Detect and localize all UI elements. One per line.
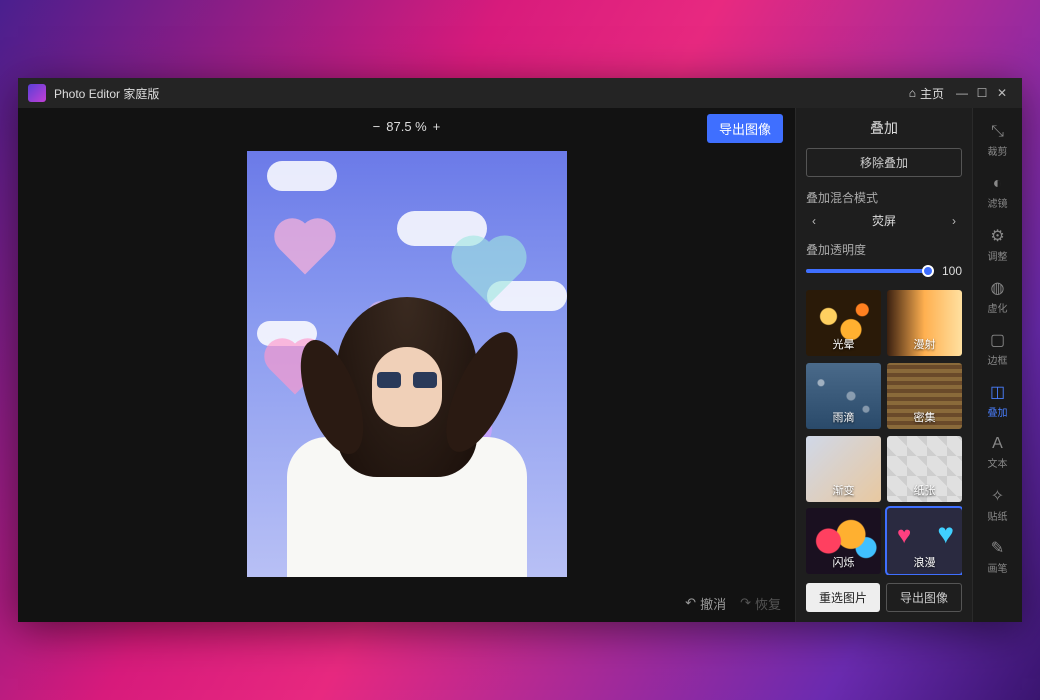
overlay-item-label: 闪烁 (806, 554, 881, 570)
panel-bottom: 重选图片 导出图像 (806, 583, 962, 612)
zoom-minus-icon[interactable]: − (373, 119, 381, 134)
overlay-item-3[interactable]: 密集 (887, 363, 962, 429)
rail-item-边框[interactable]: ▢ 边框 (978, 324, 1018, 372)
rail-item-贴纸[interactable]: ✧ 贴纸 (978, 480, 1018, 528)
blend-mode-selector: ‹ 荧屏 › (806, 212, 962, 229)
photo-preview (247, 151, 567, 577)
export-button-top[interactable]: 导出图像 (707, 114, 783, 143)
zoom-control[interactable]: − 87.5 % + (373, 119, 441, 134)
overlay-item-label: 渐变 (806, 482, 881, 498)
opacity-slider[interactable] (806, 269, 928, 273)
overlay-item-4[interactable]: 渐变 (806, 436, 881, 502)
overlay-item-label: 密集 (887, 409, 962, 425)
贴纸-icon: ✧ (991, 486, 1004, 506)
rail-item-裁剪[interactable]: ⤡ 裁剪 (978, 116, 1018, 164)
overlay-item-label: 浪漫 (887, 554, 962, 570)
文本-icon: A (992, 435, 1003, 453)
边框-icon: ▢ (990, 330, 1005, 350)
rail-item-label: 调整 (988, 248, 1008, 263)
rail-item-label: 裁剪 (988, 143, 1008, 158)
undo-button[interactable]: ↶ 撤消 (685, 594, 726, 613)
canvas-area: − 87.5 % + 导出图像 (18, 108, 795, 622)
zoom-value: 87.5 % (386, 119, 426, 134)
opacity-label: 叠加透明度 (806, 241, 962, 258)
redo-icon: ↷ (740, 595, 751, 611)
blend-prev-button[interactable]: ‹ (806, 214, 822, 228)
虚化-icon: ◍ (991, 278, 1005, 298)
export-button-panel[interactable]: 导出图像 (886, 583, 962, 612)
blend-next-button[interactable]: › (946, 214, 962, 228)
overlay-item-7[interactable]: 浪漫 (887, 508, 962, 574)
opacity-row: 100 (806, 264, 962, 278)
tool-rail: ⤡ 裁剪 ◐ 滤镜 ⚙ 调整 ◍ 虚化 ▢ 边框 ◫ 叠加 A 文本 ✧ 贴纸 ✎ 画笔 (972, 108, 1022, 622)
rail-item-label: 画笔 (988, 560, 1008, 575)
rail-item-label: 边框 (988, 352, 1008, 367)
blend-mode-value: 荧屏 (872, 212, 896, 229)
home-label: 主页 (920, 85, 944, 102)
rail-item-文本[interactable]: A 文本 (978, 428, 1018, 476)
panel-title: 叠加 (806, 118, 962, 138)
zoom-plus-icon[interactable]: + (433, 119, 441, 134)
app-window: Photo Editor 家庭版 ⌂ 主页 — ☐ ✕ − 87.5 % + 导… (18, 78, 1022, 622)
rail-item-滤镜[interactable]: ◐ 滤镜 (978, 168, 1018, 216)
app-logo-icon (28, 84, 46, 102)
close-button[interactable]: ✕ (992, 86, 1012, 100)
canvas-viewport[interactable] (18, 144, 795, 584)
叠加-icon: ◫ (990, 382, 1005, 402)
overlay-item-6[interactable]: 闪烁 (806, 508, 881, 574)
home-icon: ⌂ (909, 86, 916, 100)
调整-icon: ⚙ (990, 226, 1004, 246)
overlay-item-0[interactable]: 光晕 (806, 290, 881, 356)
裁剪-icon: ⤡ (991, 123, 1004, 141)
rail-item-label: 叠加 (988, 404, 1008, 419)
titlebar: Photo Editor 家庭版 ⌂ 主页 — ☐ ✕ (18, 78, 1022, 108)
app-body: − 87.5 % + 导出图像 (18, 108, 1022, 622)
opacity-value: 100 (936, 264, 962, 278)
minimize-button[interactable]: — (952, 86, 972, 100)
rail-item-label: 文本 (988, 455, 1008, 470)
overlay-item-2[interactable]: 雨滴 (806, 363, 881, 429)
overlay-panel: 叠加 移除叠加 叠加混合模式 ‹ 荧屏 › 叠加透明度 100 光晕漫射雨滴密集… (795, 108, 972, 622)
canvas-toolbar: − 87.5 % + 导出图像 (18, 108, 795, 144)
rail-item-label: 贴纸 (988, 508, 1008, 523)
maximize-button[interactable]: ☐ (972, 86, 992, 100)
home-button[interactable]: ⌂ 主页 (909, 85, 944, 102)
rail-item-调整[interactable]: ⚙ 调整 (978, 220, 1018, 268)
overlay-item-label: 雨滴 (806, 409, 881, 425)
remove-overlay-button[interactable]: 移除叠加 (806, 148, 962, 177)
rail-item-label: 滤镜 (988, 195, 1008, 210)
canvas-footer: ↶ 撤消 ↷ 恢复 (18, 584, 795, 622)
rail-item-虚化[interactable]: ◍ 虚化 (978, 272, 1018, 320)
rail-item-叠加[interactable]: ◫ 叠加 (978, 376, 1018, 424)
rail-item-label: 虚化 (988, 300, 1008, 315)
app-title: Photo Editor 家庭版 (54, 85, 159, 102)
rail-item-画笔[interactable]: ✎ 画笔 (978, 532, 1018, 580)
overlay-item-label: 光晕 (806, 336, 881, 352)
画笔-icon: ✎ (991, 538, 1004, 558)
reselect-image-button[interactable]: 重选图片 (806, 583, 880, 612)
滤镜-icon: ◐ (993, 175, 1003, 193)
overlay-item-1[interactable]: 漫射 (887, 290, 962, 356)
redo-button: ↷ 恢复 (740, 594, 781, 613)
blend-mode-label: 叠加混合模式 (806, 189, 962, 206)
undo-icon: ↶ (685, 595, 696, 611)
overlay-grid: 光晕漫射雨滴密集渐变纸张闪烁浪漫 (806, 290, 962, 575)
overlay-item-label: 纸张 (887, 482, 962, 498)
overlay-item-5[interactable]: 纸张 (887, 436, 962, 502)
overlay-item-label: 漫射 (887, 336, 962, 352)
